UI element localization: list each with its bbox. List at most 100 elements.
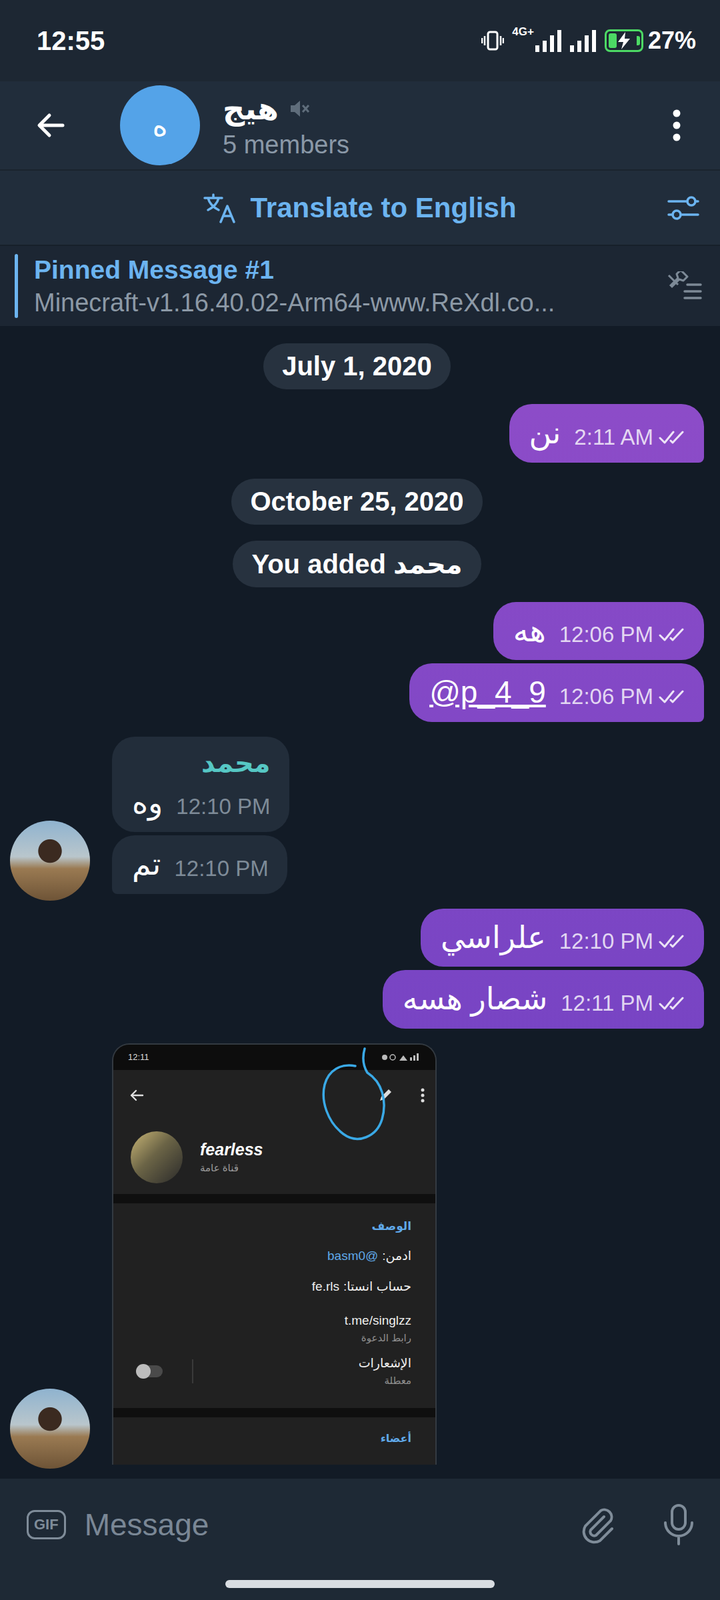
message-meta: 12:10 PM [174, 856, 268, 884]
vibrate-icon [481, 29, 504, 52]
invite-link[interactable]: t.me/singlzz [137, 1313, 412, 1328]
message-time: 12:10 PM [176, 794, 270, 820]
message-bubble[interactable]: هه 12:06 PM [493, 602, 704, 661]
message-bubble[interactable]: محمد وه 12:10 PM [112, 736, 290, 833]
channel-title: fearless [200, 1140, 264, 1160]
pinned-message-bar[interactable]: Pinned Message #1Minecraft-v1.16.40.02-A… [0, 244, 720, 326]
service-message: You added محمد [10, 540, 704, 588]
message-bubble[interactable]: علراسي 12:10 PM [420, 908, 704, 968]
translate-label[interactable]: Translate to English [250, 192, 516, 224]
member-count: 5 members [222, 130, 654, 161]
notifications-state: معطلة [193, 1374, 412, 1387]
chat-area: July 1, 2020 نن 2:11 AM October 25, 2020 You… [0, 326, 720, 1479]
info-caption: رابط الدعوة [137, 1332, 412, 1344]
channel-names: fearless قناة عامة [200, 1140, 264, 1174]
separator [113, 1194, 436, 1204]
composer-bar: GIF [0, 1478, 720, 1571]
battery-level [608, 33, 617, 48]
navigation-bar [0, 1570, 720, 1600]
info-row: t.me/singlzz رابط الدعوة [137, 1313, 412, 1348]
status-icons: 4G+27% [481, 26, 696, 55]
translate-settings[interactable] [646, 194, 720, 222]
message-time: 12:06 PM [559, 684, 654, 710]
message-line: هه 12:06 PM [513, 612, 686, 651]
notifications-texts: الإشعاراتمعطلة [193, 1355, 412, 1387]
message-meta: 2:11 AM [574, 424, 686, 453]
sender-avatar[interactable] [10, 1388, 90, 1469]
double-check-icon [658, 429, 686, 446]
gif-button[interactable]: GIF [26, 1510, 66, 1540]
message-row: علراسي 12:10 PM [10, 908, 704, 968]
battery-tip [636, 36, 640, 46]
pencil-icon [377, 1087, 394, 1104]
back-arrow-icon [129, 1088, 144, 1103]
message-bubble[interactable]: نن 2:11 AM [509, 404, 704, 463]
date-separator: October 25, 2020 [10, 478, 704, 525]
channel-type: قناة عامة [200, 1162, 239, 1174]
message-line: وه 12:10 PM [132, 784, 271, 823]
message-row: نن 2:11 AM [10, 404, 704, 463]
message-line: تم 12:10 PM [132, 845, 269, 884]
sliders-icon [667, 194, 700, 222]
clock: 12:55 [36, 26, 105, 56]
separator [113, 1408, 436, 1418]
chat-title[interactable]: هيج [222, 90, 279, 128]
service-text: You added محمد [232, 540, 481, 588]
circle-annotation-icon [318, 1047, 393, 1148]
message-text: علراسي [440, 918, 546, 958]
info-label: حساب انستا: [343, 1279, 412, 1294]
mention-link[interactable]: @p_4_9 [429, 673, 546, 712]
network-type: 4G+ [512, 25, 534, 39]
home-handle[interactable] [225, 1580, 495, 1588]
message-text: وه [132, 784, 163, 823]
double-check-icon [658, 626, 686, 643]
back-arrow-icon[interactable] [20, 94, 82, 156]
message-meta: 12:10 PM [176, 794, 270, 822]
message-meta: 12:11 PM [560, 990, 686, 1019]
more-menu-icon [420, 1088, 425, 1103]
screenshot-app-bar [113, 1070, 436, 1121]
message-meta: 12:06 PM [559, 622, 686, 650]
message-line: شصار هسه12:11 PM [402, 980, 686, 1019]
message-meta: 12:10 PM [559, 928, 686, 957]
message-row: شصار هسه12:11 PM [10, 970, 704, 1029]
members-title: أعضاء [137, 1432, 412, 1445]
avatar-slot [10, 835, 90, 894]
info-value[interactable]: @basm0 [327, 1248, 378, 1263]
message-input[interactable] [84, 1506, 559, 1543]
translate-button[interactable]: Translate to English [73, 192, 647, 224]
message-text: هه [513, 612, 546, 651]
sender-avatar[interactable] [10, 820, 90, 901]
date-chip: July 1, 2020 [263, 343, 451, 390]
divider [192, 1359, 194, 1384]
screenshot-message[interactable]: 12:11fearlessقناة عامةالوصفادمن:@basm0حس… [112, 1043, 437, 1465]
pinned-list-icon[interactable] [646, 271, 720, 301]
message-line: علراسي 12:10 PM [440, 918, 686, 958]
microphone-icon[interactable] [661, 1504, 696, 1546]
muted-icon [288, 97, 311, 120]
message-text: تم [132, 845, 161, 884]
group-avatar[interactable]: ه [120, 85, 200, 166]
message-time: 12:11 PM [560, 990, 654, 1016]
channel-info-card: الوصفادمن:@basm0حساب انستا:fe.rlst.me/si… [113, 1203, 436, 1408]
message-row: @p_4_9 12:06 PM [10, 663, 704, 722]
mobile-network: 4G+ [512, 29, 562, 52]
paperclip-icon[interactable] [577, 1504, 618, 1545]
members-section: أعضاء [113, 1417, 436, 1465]
pinned-text: Minecraft-v1.16.40.02-Arm64-www.ReXdl.co… [34, 288, 647, 318]
more-menu-icon[interactable] [653, 95, 700, 156]
chat-info[interactable]: هيج5 members [222, 90, 654, 161]
message-bubble[interactable]: تم 12:10 PM [112, 835, 288, 894]
message-bubble[interactable]: شصار هسه12:11 PM [382, 970, 704, 1029]
message-time: 2:11 AM [574, 424, 654, 450]
pinned-texts: Pinned Message #1Minecraft-v1.16.40.02-A… [34, 255, 647, 318]
date-separator: July 1, 2020 [10, 343, 704, 390]
message-text: نن [529, 414, 562, 453]
message-bubble[interactable]: @p_4_9 12:06 PM [409, 663, 704, 722]
channel-avatar [130, 1131, 183, 1184]
sender-name[interactable]: محمد [132, 746, 271, 779]
notifications-toggle[interactable] [137, 1365, 163, 1378]
composer-actions [577, 1504, 696, 1546]
message-meta: 12:06 PM [559, 684, 686, 712]
bolt-icon [616, 32, 632, 50]
